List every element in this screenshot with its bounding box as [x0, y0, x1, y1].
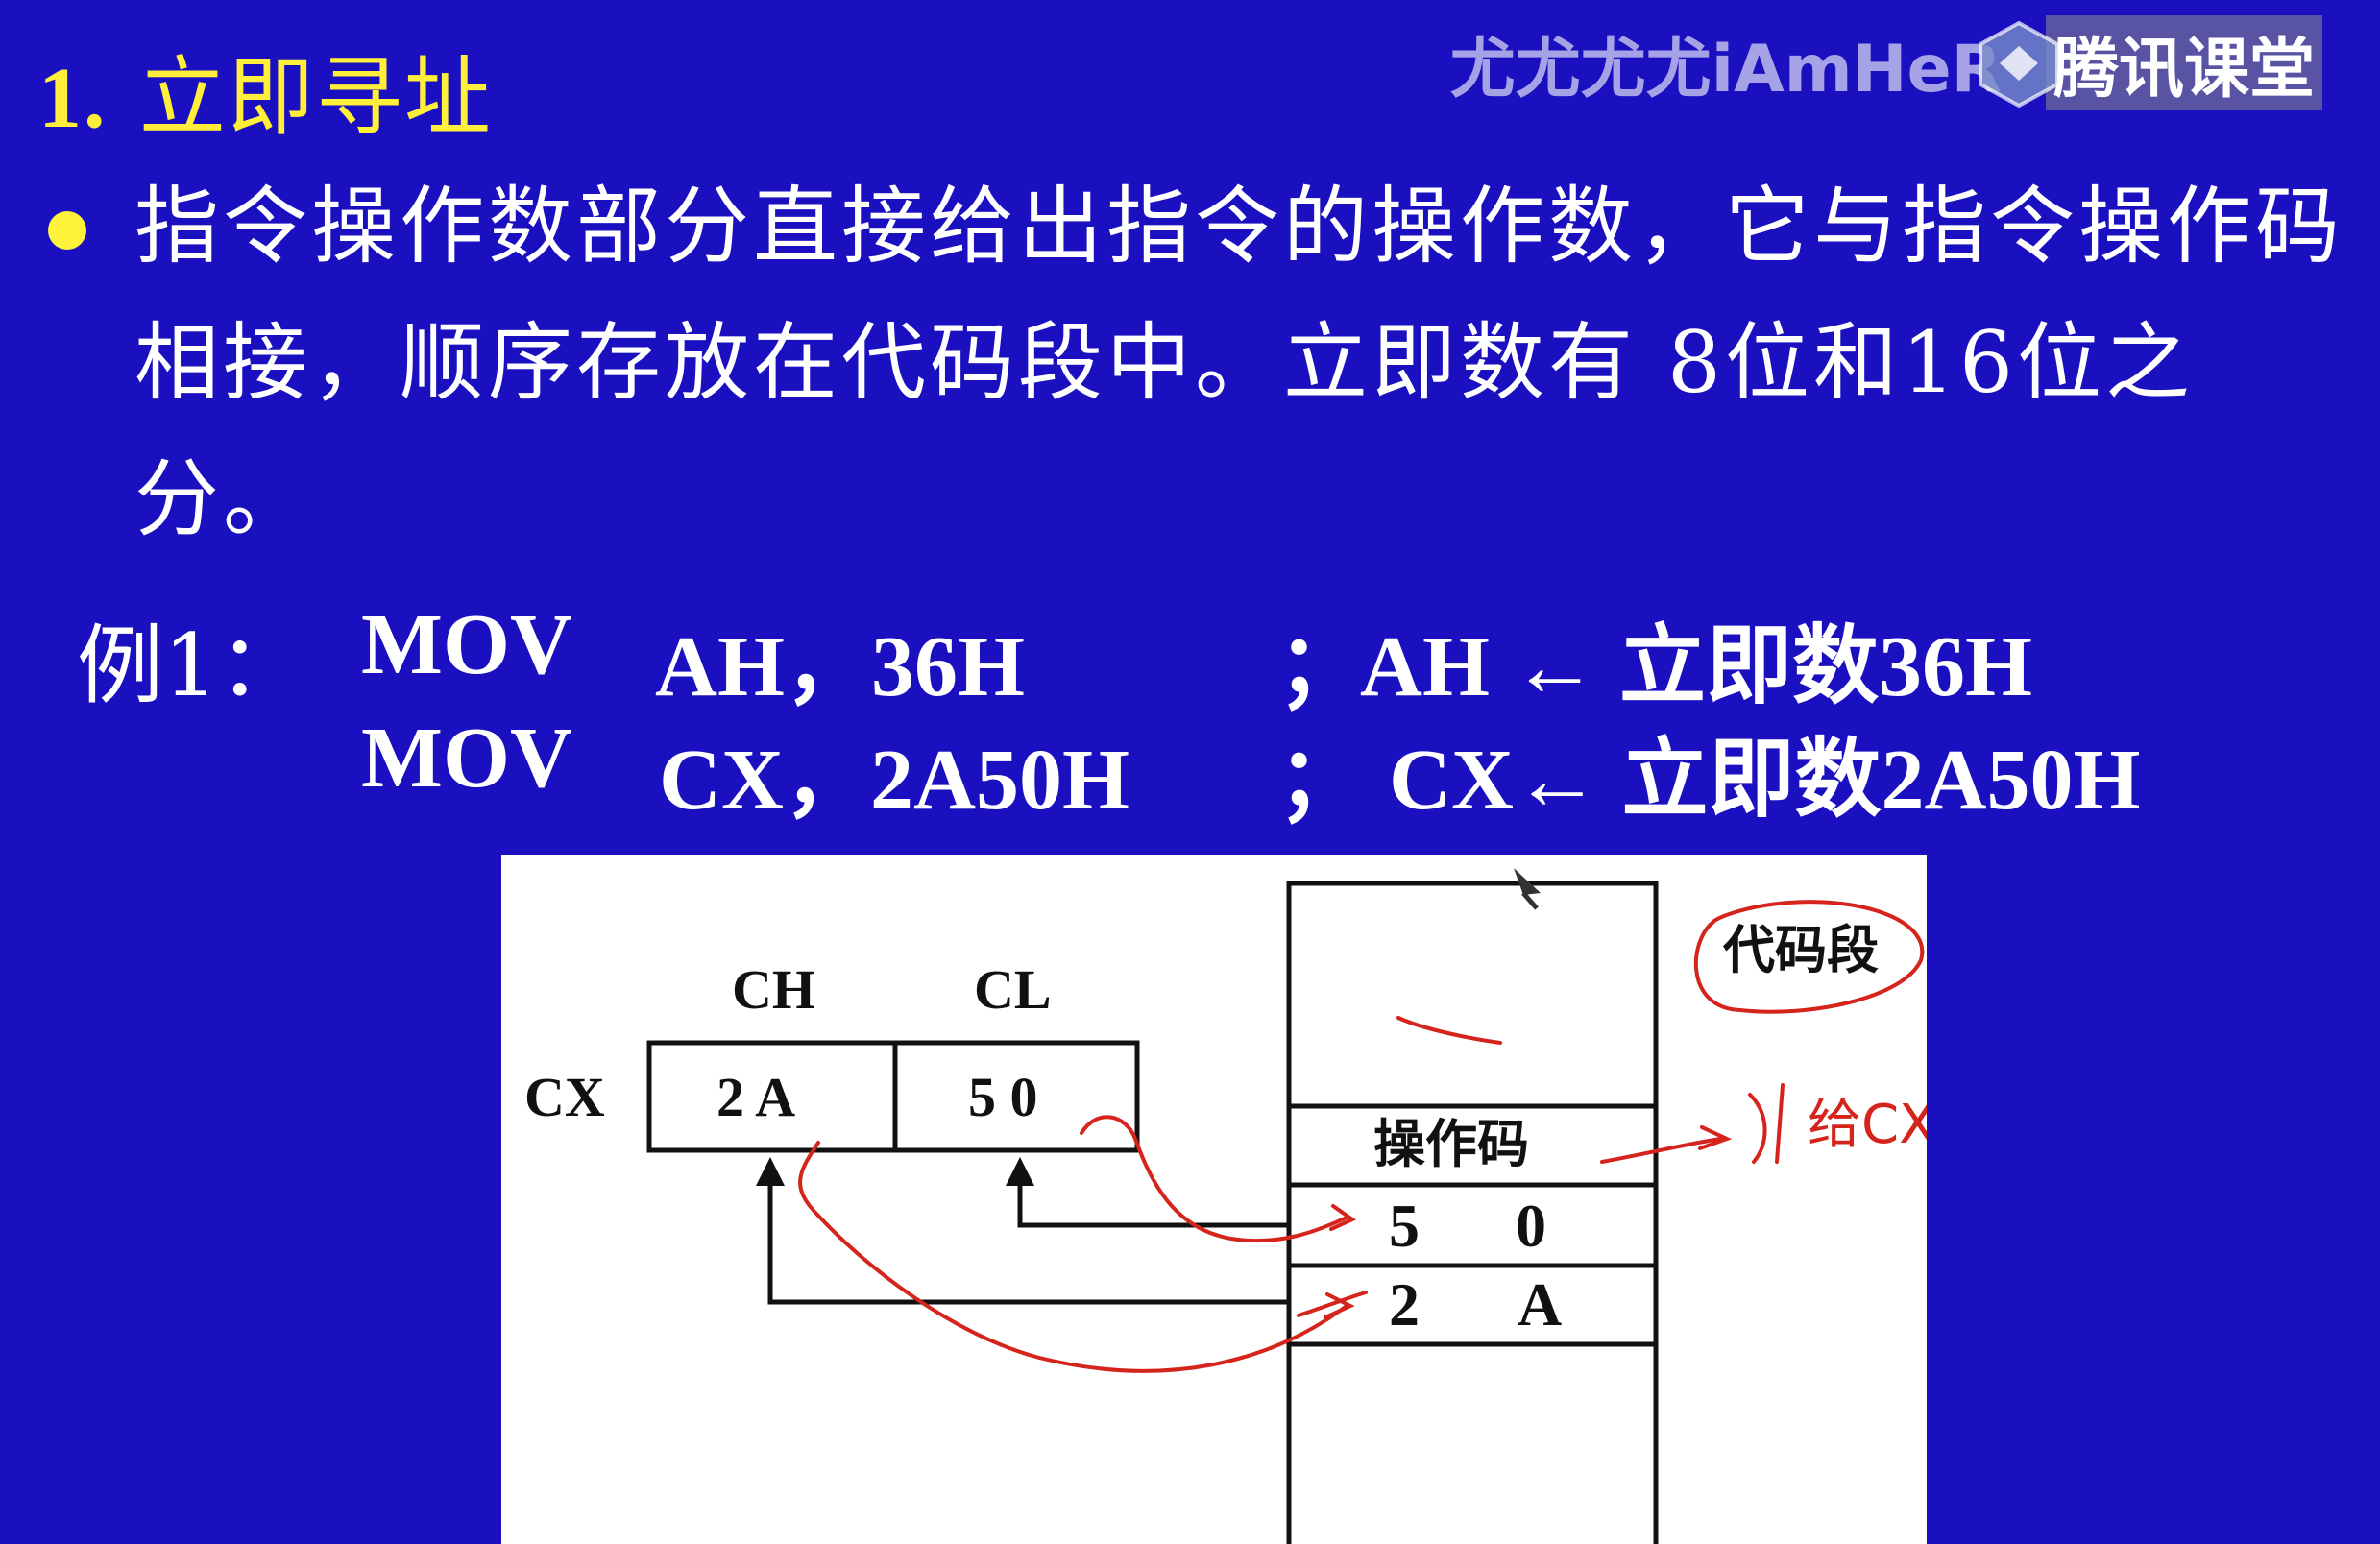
bullet-text: 指令操作数部分直接给出指令的操作数，它与指令操作码相接，顺序存放在代码段中。立即…: [134, 177, 2344, 548]
example-line2-instr: MOV: [361, 711, 572, 806]
tencent-classroom-logo-icon: [1973, 17, 2065, 109]
watermark: 尤尤尤尤iAmHeR 腾讯课堂: [1450, 15, 2322, 110]
example-line2-sep: ；: [1277, 733, 1364, 828]
annotation-circle-text: 代码段: [1722, 919, 1879, 980]
pen-cursor-icon: [1514, 868, 1541, 910]
mem-byte2-b: A: [1518, 1270, 1562, 1339]
addressing-diagram: CX CH CL 2 A 5 0 操作码 5 0 2 A 代码段 给CX: [501, 855, 1927, 1544]
example-line2-operands: CX，2A50H: [659, 733, 1129, 828]
stray-mark: [1396, 1016, 1502, 1045]
title-text: 立即寻址: [138, 47, 493, 148]
slide: 1. 立即寻址 尤尤尤尤iAmHeR 腾讯课堂 指令操作数部分直接给出指令的操作…: [0, 0, 2380, 1544]
register-name: CX: [524, 1066, 605, 1128]
mem-byte2-a: 2: [1389, 1270, 1420, 1339]
ch-value: 2 A: [716, 1066, 795, 1128]
cl-label: CL: [974, 958, 1052, 1021]
annotation-scribble: [1748, 1083, 1785, 1164]
title-number: 1.: [38, 51, 108, 146]
cl-value: 5 0: [968, 1066, 1038, 1128]
mem-byte1-a: 5: [1389, 1192, 1420, 1260]
watermark-brand: 腾讯课堂: [2045, 15, 2322, 110]
example-line1-instr: MOV: [361, 597, 572, 692]
watermark-user: 尤尤尤尤iAmHeR: [1449, 32, 2002, 108]
annotation-arrow-cl: [1080, 1115, 1357, 1243]
slide-title: 1. 立即寻址: [38, 27, 493, 152]
mem-byte1-b: 0: [1516, 1192, 1546, 1260]
opcode-label: 操作码: [1373, 1113, 1529, 1174]
example-line2-comment: CX← 立即数2A50H: [1389, 733, 2141, 828]
annotation-arrow: [1600, 1125, 1733, 1164]
arrow-byte2-to-ch: [756, 1157, 1289, 1305]
annotation-note: 给CX赋值: [1808, 1094, 1927, 1156]
ch-label: CH: [732, 958, 815, 1021]
annotation-arrow-ch: [798, 1141, 1355, 1373]
bullet-dot-icon: [48, 211, 86, 250]
example-line1-sep: ；: [1277, 619, 1364, 714]
example-line1-comment: AH ← 立即数36H: [1360, 619, 2033, 714]
diagram-svg: CX CH CL 2 A 5 0 操作码 5 0 2 A 代码段 给CX: [524, 868, 1927, 1544]
example-line1-operands: AH，36H: [655, 619, 1026, 714]
example-label: 例1：: [77, 615, 305, 716]
